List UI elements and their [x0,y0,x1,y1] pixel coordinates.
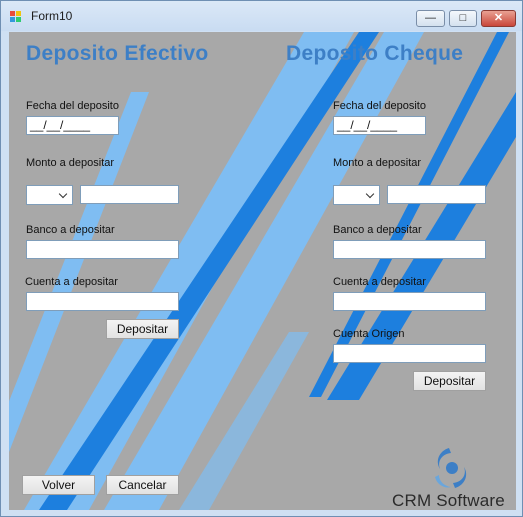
cheque-cuenta-label: Cuenta a depositar [333,276,426,288]
volver-button[interactable]: Volver [22,475,95,495]
cheque-origen-field[interactable] [333,344,486,363]
efectivo-cuenta-label: Cuenta a depositar [25,276,118,288]
efectivo-monto-field[interactable] [80,185,179,204]
cheque-heading: Deposito Cheque [286,42,464,65]
cheque-origen-label: Cuenta Origen [333,328,405,340]
maximize-button[interactable]: □ [449,10,477,27]
maximize-icon: □ [459,12,467,24]
close-button[interactable]: ✕ [481,10,516,27]
minimize-icon: — [425,12,436,24]
cheque-monto-label: Monto a depositar [333,157,422,169]
form-client-area: Deposito Efectivo Deposito Cheque Fecha … [9,32,516,510]
title-bar[interactable]: Form10 — □ ✕ [1,1,522,31]
efectivo-cuenta-field[interactable] [26,292,179,311]
brand-name: CRM Software [392,491,505,510]
efectivo-banco-label: Banco a depositar [26,224,115,236]
cheque-fecha-field[interactable]: __/__/____ [333,116,426,135]
chevron-down-icon [58,189,68,199]
efectivo-depositar-button[interactable]: Depositar [106,319,179,339]
efectivo-fecha-label: Fecha del deposito [26,100,119,112]
cheque-moneda-combo[interactable] [333,185,380,205]
efectivo-heading: Deposito Efectivo [26,42,209,65]
app-icon [10,11,22,23]
cheque-banco-field[interactable] [333,240,486,259]
cheque-depositar-button[interactable]: Depositar [413,371,486,391]
form10-window: Form10 — □ ✕ Deposito Efectivo Deposito … [0,0,523,517]
efectivo-monto-label: Monto a depositar [26,157,115,169]
cancelar-button[interactable]: Cancelar [106,475,179,495]
cheque-monto-field[interactable] [387,185,486,204]
cheque-banco-label: Banco a depositar [333,224,422,236]
minimize-button[interactable]: — [416,10,445,27]
close-icon: ✕ [493,12,504,24]
efectivo-moneda-combo[interactable] [26,185,73,205]
crm-logo-icon [435,448,467,488]
chevron-down-icon [365,189,375,199]
efectivo-fecha-field[interactable]: __/__/____ [26,116,119,135]
cheque-fecha-label: Fecha del deposito [333,100,426,112]
window-title: Form10 [31,9,73,23]
cheque-cuenta-field[interactable] [333,292,486,311]
efectivo-banco-field[interactable] [26,240,179,259]
